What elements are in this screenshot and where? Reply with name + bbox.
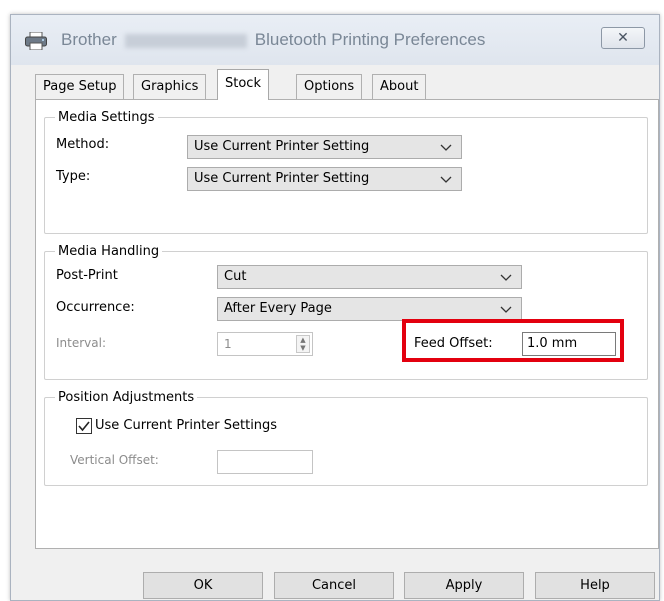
close-icon: ✕ [617, 30, 629, 46]
cancel-button[interactable]: Cancel [274, 572, 394, 599]
tab-options[interactable]: Options [296, 74, 363, 99]
stock-tab-panel: Media Settings Method: Use Current Print… [35, 99, 659, 549]
interval-value: 1 [224, 337, 232, 351]
tab-about[interactable]: About [372, 74, 427, 99]
method-dropdown[interactable]: Use Current Printer Setting [187, 135, 462, 159]
chevron-down-icon [440, 176, 452, 183]
title-suffix: Bluetooth Printing Preferences [254, 30, 486, 49]
post-print-label: Post-Print [56, 268, 118, 283]
media-settings-legend: Media Settings [58, 110, 155, 125]
tab-graphics[interactable]: Graphics [133, 74, 207, 99]
title-prefix: Brother [61, 30, 117, 49]
position-adjustments-group: Position Adjustments [44, 390, 648, 486]
post-print-dropdown[interactable]: Cut [217, 265, 522, 289]
chevron-down-icon [440, 144, 452, 151]
spin-arrows-icon[interactable]: ▲ ▼ [296, 335, 310, 353]
type-dropdown[interactable]: Use Current Printer Setting [187, 167, 462, 191]
chevron-down-icon [500, 306, 512, 313]
vertical-offset-label: Vertical Offset: [70, 453, 159, 467]
apply-button[interactable]: Apply [404, 572, 524, 599]
tab-page-setup[interactable]: Page Setup [35, 74, 125, 99]
vertical-offset-input[interactable] [217, 450, 313, 474]
type-label: Type: [56, 169, 91, 184]
method-value: Use Current Printer Setting [194, 139, 370, 154]
window-title: Brother Bluetooth Printing Preferences [61, 30, 485, 50]
interval-spinner[interactable]: 1 ▲ ▼ [217, 332, 313, 356]
position-adjustments-legend: Position Adjustments [58, 390, 195, 405]
use-current-settings-label[interactable]: Use Current Printer Settings [95, 418, 277, 433]
ok-button[interactable]: OK [143, 572, 263, 599]
chevron-down-icon [500, 274, 512, 281]
printing-preferences-dialog: Brother Bluetooth Printing Preferences ✕ … [10, 14, 660, 601]
checkmark-icon [78, 421, 90, 432]
method-label: Method: [56, 137, 110, 152]
post-print-value: Cut [224, 269, 247, 284]
printer-icon [25, 32, 47, 50]
tab-stock[interactable]: Stock [217, 69, 269, 100]
help-button[interactable]: Help [535, 572, 655, 599]
interval-label: Interval: [56, 336, 106, 350]
occurrence-value: After Every Page [224, 301, 332, 316]
occurrence-label: Occurrence: [56, 300, 135, 315]
close-button[interactable]: ✕ [601, 27, 645, 49]
media-handling-legend: Media Handling [58, 244, 160, 259]
type-value: Use Current Printer Setting [194, 171, 370, 186]
feed-offset-label: Feed Offset: [414, 336, 493, 351]
feed-offset-input[interactable]: 1.0 mm [522, 332, 616, 356]
tab-strip: Page Setup Graphics Stock Options About [35, 69, 635, 100]
redacted-model-name [124, 33, 247, 48]
occurrence-dropdown[interactable]: After Every Page [217, 297, 522, 321]
title-bar: Brother Bluetooth Printing Preferences ✕ [11, 15, 659, 65]
use-current-settings-checkbox[interactable] [76, 418, 92, 434]
